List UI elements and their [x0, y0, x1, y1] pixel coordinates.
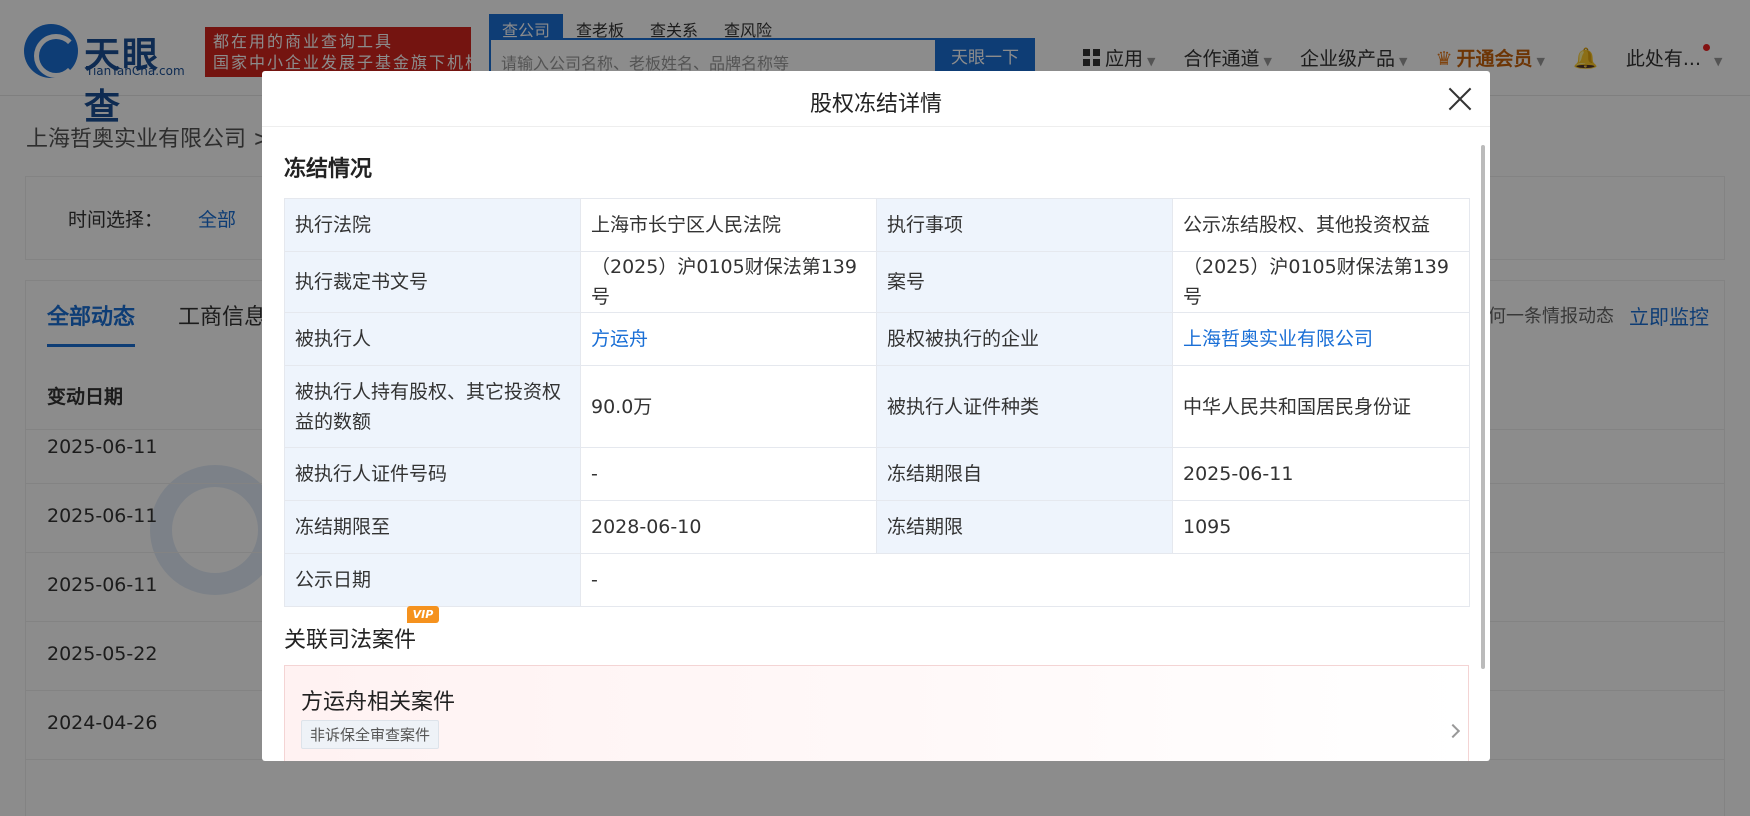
table-row: 被执行人持有股权、其它投资权益的数额 90.0万 被执行人证件种类 中华人民共和… [284, 365, 1470, 448]
table-key: 冻结期限自 [876, 447, 1173, 501]
company-link[interactable]: 上海哲奥实业有限公司 [1172, 312, 1470, 366]
table-value: 中华人民共和国居民身份证 [1172, 365, 1470, 448]
table-row: 被执行人 方运舟 股权被执行的企业 上海哲奥实业有限公司 [284, 312, 1470, 366]
section-title-related-cases: 关联司法案件 [284, 628, 417, 653]
modal-scrollbar[interactable] [1481, 145, 1485, 669]
table-key: 被执行人证件号码 [284, 447, 581, 501]
chevron-right-icon [1445, 723, 1461, 739]
table-value: 2028-06-10 [580, 500, 877, 554]
table-key: 被执行人证件种类 [876, 365, 1173, 448]
table-key: 冻结期限至 [284, 500, 581, 554]
related-case-card[interactable]: 方运舟相关案件 非诉保全审查案件 [284, 665, 1469, 761]
table-value: 上海市长宁区人民法院 [580, 198, 877, 252]
table-value: （2025）沪0105财保法第139号 [1172, 251, 1470, 313]
table-value: 公示冻结股权、其他投资权益 [1172, 198, 1470, 252]
table-value: - [580, 553, 1470, 607]
section-title-freeze: 冻结情况 [284, 157, 373, 182]
table-value: （2025）沪0105财保法第139号 [580, 251, 877, 313]
table-key: 冻结期限 [876, 500, 1173, 554]
table-row: 被执行人证件号码 - 冻结期限自 2025-06-11 [284, 447, 1470, 501]
table-key: 案号 [876, 251, 1173, 313]
close-icon[interactable] [1446, 85, 1474, 113]
freeze-detail-table: 执行法院 上海市长宁区人民法院 执行事项 公示冻结股权、其他投资权益 执行裁定书… [284, 198, 1470, 607]
table-value: 2025-06-11 [1172, 447, 1470, 501]
modal-title: 股权冻结详情 [809, 92, 942, 117]
modal-header: 股权冻结详情 [262, 71, 1490, 127]
table-row: 公示日期 - [284, 553, 1470, 607]
table-key: 执行裁定书文号 [284, 251, 581, 313]
case-type-tag: 非诉保全审查案件 [301, 720, 440, 749]
vip-badge: VIP [407, 606, 439, 623]
table-key: 股权被执行的企业 [876, 312, 1173, 366]
table-key: 被执行人 [284, 312, 581, 366]
table-row: 执行法院 上海市长宁区人民法院 执行事项 公示冻结股权、其他投资权益 [284, 198, 1470, 252]
table-key: 执行事项 [876, 198, 1173, 252]
table-value: - [580, 447, 877, 501]
table-key: 被执行人持有股权、其它投资权益的数额 [284, 365, 581, 448]
table-value: 1095 [1172, 500, 1470, 554]
person-link[interactable]: 方运舟 [580, 312, 877, 366]
table-row: 冻结期限至 2028-06-10 冻结期限 1095 [284, 500, 1470, 554]
equity-freeze-modal: 股权冻结详情 冻结情况 执行法院 上海市长宁区人民法院 执行事项 公示冻结股权、… [262, 71, 1490, 761]
case-card-title: 方运舟相关案件 [301, 690, 456, 715]
table-value: 90.0万 [580, 365, 877, 448]
table-key: 公示日期 [284, 553, 581, 607]
table-row: 执行裁定书文号 （2025）沪0105财保法第139号 案号 （2025）沪01… [284, 251, 1470, 313]
table-key: 执行法院 [284, 198, 581, 252]
